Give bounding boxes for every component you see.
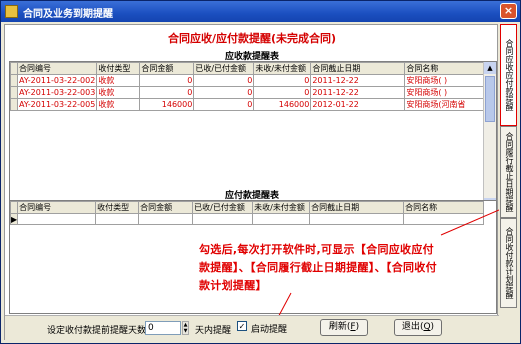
scroll-thumb[interactable] [485, 76, 495, 122]
exit-button-label: 退出 [401, 322, 420, 332]
new-row[interactable]: ▶ [10, 213, 485, 225]
column-header[interactable]: 未收/未付金额 [253, 62, 312, 75]
column-header[interactable]: 合同截止日期 [310, 62, 406, 75]
table-row[interactable]: AY-2011-03-22-005 收款 146000 0 146000 201… [10, 98, 486, 111]
contract-name-cell[interactable]: 安阳商场( ) [404, 86, 486, 99]
contract-name-cell[interactable]: 安阳商场(河南省 [404, 98, 486, 111]
table-row[interactable]: AY-2011-03-22-002 收款 0 0 0 2011-12-22 安阳… [10, 74, 486, 87]
paid-cell[interactable]: 0 [193, 74, 255, 87]
amount-cell[interactable]: 146000 [139, 98, 195, 111]
empty-cell[interactable] [252, 213, 311, 225]
row-indicator [10, 98, 18, 111]
tab-deadline-reminder[interactable]: 合同履行截止日期提醒 [500, 126, 517, 218]
column-header[interactable]: 已收/已付金额 [193, 62, 255, 75]
column-header[interactable]: 合同截止日期 [309, 201, 405, 214]
startup-reminder-label[interactable]: 启动提醒 [251, 322, 287, 335]
empty-cell[interactable] [192, 213, 254, 225]
main-panel: 合同应收/应付款提醒(未完成合同) 应收款提醒表 合同编号 收付类型 合同金额 … [4, 24, 499, 342]
title-bar[interactable]: 合同及业务到期提醒 × [1, 1, 520, 22]
bottom-toolbar: 设定收付款提前提醒天数: 0 ▲ ▼ 天内提醒 ✓ 启动提醒 刷新(F) 退出(Q… [5, 315, 499, 342]
contract-name-cell[interactable]: 安阳商场( ) [404, 74, 486, 87]
unpaid-cell[interactable]: 0 [253, 74, 312, 87]
deadline-cell[interactable]: 2012-01-22 [310, 98, 406, 111]
table-row[interactable]: AY-2011-03-22-003 收款 0 0 0 2011-12-22 安阳… [10, 86, 486, 99]
row-indicator-header [10, 201, 19, 214]
tab-receivable-payable-reminder[interactable]: 合同应收应付款提醒 [500, 24, 517, 126]
column-header[interactable]: 合同金额 [138, 201, 194, 214]
empty-cell[interactable] [403, 213, 485, 225]
column-header[interactable]: 合同编号 [16, 62, 98, 75]
side-tab-strip: 合同应收应付款提醒 合同履行截止日期提醒 合同收付款计划提醒 [500, 24, 518, 340]
type-cell[interactable]: 收款 [96, 98, 141, 111]
column-header[interactable]: 收付类型 [96, 62, 141, 75]
exit-hotkey: Q [423, 322, 431, 332]
current-row-arrow-icon: ▶ [10, 213, 19, 225]
paid-cell[interactable]: 0 [193, 98, 255, 111]
reminder-days-suffix: 天内提醒 [195, 326, 232, 336]
amount-cell[interactable]: 0 [139, 74, 195, 87]
column-header[interactable]: 合同编号 [17, 201, 97, 214]
receivable-table: 合同编号 收付类型 合同金额 已收/已付金额 未收/未付金额 合同截止日期 合同… [10, 62, 486, 111]
refresh-button-label: 刷新 [328, 322, 347, 332]
tab-payment-plan-reminder[interactable]: 合同收付款计划提醒 [500, 218, 517, 308]
window-title: 合同及业务到期提醒 [23, 9, 113, 20]
app-icon [5, 5, 18, 18]
days-spinner-icon[interactable]: ▲ ▼ [182, 321, 189, 335]
close-button[interactable]: × [500, 3, 517, 19]
contract-no-cell[interactable]: AY-2011-03-22-005 [16, 98, 98, 111]
paid-cell[interactable]: 0 [193, 86, 255, 99]
deadline-cell[interactable]: 2011-12-22 [310, 86, 406, 99]
startup-reminder-checkbox[interactable]: ✓ [237, 321, 247, 331]
empty-cell[interactable] [17, 213, 97, 225]
scroll-up-icon[interactable]: ▲ [484, 62, 496, 74]
type-cell[interactable]: 收款 [96, 74, 141, 87]
startup-reminder-annotation: 勾选后,每次打开软件时,可显示【合同应收应付款提醒】、【合同履行截止日期提醒】、… [199, 243, 437, 292]
column-header[interactable]: 合同名称 [403, 201, 485, 214]
contract-no-cell[interactable]: AY-2011-03-22-003 [16, 86, 98, 99]
deadline-cell[interactable]: 2011-12-22 [310, 74, 406, 87]
reminder-days-value: 0 [148, 323, 154, 333]
reminder-days-input[interactable]: 0 [145, 321, 181, 335]
refresh-hotkey: F [350, 322, 356, 332]
payable-table: 合同编号 收付类型 合同金额 已收/已付金额 未收/未付金额 合同截止日期 合同… [10, 201, 485, 225]
refresh-button[interactable]: 刷新(F) [320, 319, 368, 336]
column-header[interactable]: 合同金额 [139, 62, 195, 75]
app-window: 合同及业务到期提醒 × 合同应收/应付款提醒(未完成合同) 应收款提醒表 合同编… [0, 0, 521, 344]
column-header[interactable]: 已收/已付金额 [192, 201, 254, 214]
row-indicator [10, 74, 18, 87]
empty-cell[interactable] [138, 213, 194, 225]
unpaid-cell[interactable]: 146000 [253, 98, 312, 111]
reminder-days-label: 设定收付款提前提醒天数: [47, 326, 150, 336]
column-header[interactable]: 未收/未付金额 [252, 201, 311, 214]
row-indicator-header [10, 62, 18, 75]
empty-cell[interactable] [309, 213, 405, 225]
empty-cell[interactable] [95, 213, 140, 225]
row-indicator [10, 86, 18, 99]
unpaid-cell[interactable]: 0 [253, 86, 312, 99]
amount-cell[interactable]: 0 [139, 86, 195, 99]
column-header[interactable]: 收付类型 [95, 201, 140, 214]
exit-button[interactable]: 退出(Q) [394, 319, 442, 336]
page-title: 合同应收/应付款提醒(未完成合同) [167, 32, 337, 45]
column-header[interactable]: 合同名称 [404, 62, 486, 75]
type-cell[interactable]: 收款 [96, 86, 141, 99]
contract-no-cell[interactable]: AY-2011-03-22-002 [16, 74, 98, 87]
